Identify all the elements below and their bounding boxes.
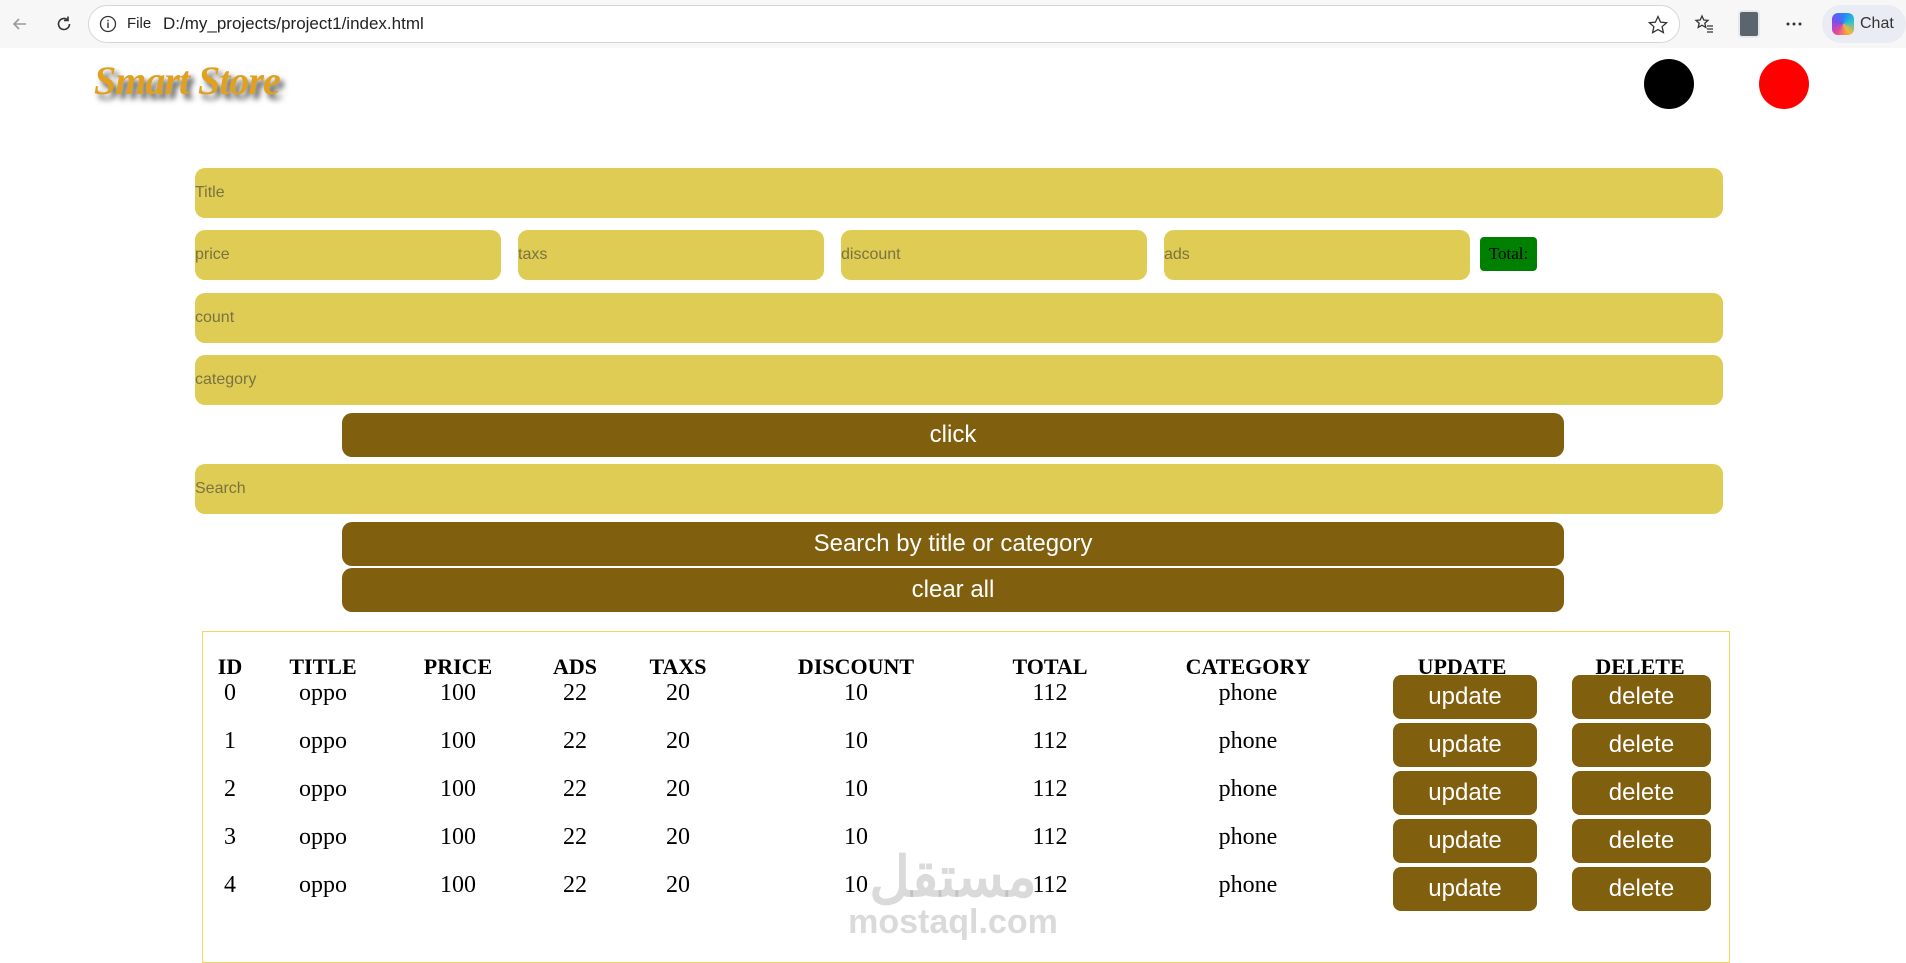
update-button[interactable]: update [1393, 819, 1537, 863]
url-text[interactable]: D:/my_projects/project1/index.html [163, 14, 424, 34]
cell-price: 100 [440, 872, 476, 898]
chat-button[interactable]: Chat [1822, 5, 1906, 43]
cell-title: oppo [299, 776, 347, 802]
cell-discount: 10 [844, 824, 868, 850]
cell-category: phone [1218, 776, 1278, 802]
url-scheme: File [127, 15, 152, 32]
submit-button[interactable]: click [342, 413, 1564, 457]
title-input[interactable] [195, 168, 1723, 218]
update-button[interactable]: update [1393, 867, 1537, 911]
address-bar[interactable]: File D:/my_projects/project1/index.html [88, 5, 1680, 43]
cell-price: 100 [440, 728, 476, 754]
cell-id: 0 [224, 680, 236, 706]
column-header-ads: ADS [552, 654, 598, 679]
search-by-title-or-category-button[interactable]: Search by title or category [342, 522, 1564, 566]
red-mode-toggle[interactable] [1759, 59, 1809, 109]
cell-category: phone [1218, 872, 1278, 898]
cell-discount: 10 [844, 872, 868, 898]
cell-ads: 22 [563, 824, 587, 850]
profile-icon[interactable] [1738, 10, 1760, 38]
delete-button[interactable]: delete [1572, 723, 1711, 767]
chat-label: Chat [1860, 15, 1894, 32]
delete-button[interactable]: delete [1572, 819, 1711, 863]
cell-ads: 22 [563, 728, 587, 754]
search-input[interactable] [195, 464, 1723, 514]
cell-price: 100 [440, 824, 476, 850]
cell-taxs: 20 [666, 776, 690, 802]
price-input[interactable] [195, 230, 501, 280]
total-badge: Total: [1480, 237, 1537, 271]
delete-button[interactable]: delete [1572, 867, 1711, 911]
cell-total: 112 [1032, 680, 1068, 706]
cell-total: 112 [1032, 824, 1068, 850]
cell-category: phone [1218, 680, 1278, 706]
cell-ads: 22 [563, 680, 587, 706]
copilot-icon [1832, 13, 1854, 35]
reload-icon[interactable] [50, 10, 78, 38]
cell-discount: 10 [844, 776, 868, 802]
cell-discount: 10 [844, 680, 868, 706]
discount-input[interactable] [841, 230, 1147, 280]
delete-button[interactable]: delete [1572, 675, 1711, 719]
cell-title: oppo [299, 872, 347, 898]
cell-id: 3 [224, 824, 236, 850]
column-header-taxs: TAXS [649, 654, 707, 679]
cell-category: phone [1218, 728, 1278, 754]
cell-price: 100 [440, 776, 476, 802]
column-header-id: ID [217, 654, 243, 679]
cell-title: oppo [299, 680, 347, 706]
update-button[interactable]: update [1393, 675, 1537, 719]
cell-category: phone [1218, 824, 1278, 850]
column-header-title: TITLE [289, 654, 357, 679]
clear-all-button[interactable]: clear all [342, 568, 1564, 612]
cell-taxs: 20 [666, 728, 690, 754]
update-button[interactable]: update [1393, 771, 1537, 815]
cell-id: 4 [224, 872, 236, 898]
cell-id: 2 [224, 776, 236, 802]
page-content: Smart Store Total: click Search by title… [0, 49, 1906, 963]
info-icon[interactable] [99, 15, 117, 38]
update-button[interactable]: update [1393, 723, 1537, 767]
favorites-icon[interactable] [1690, 10, 1718, 38]
dark-mode-toggle[interactable] [1644, 59, 1694, 109]
cell-id: 1 [224, 728, 236, 754]
browser-toolbar: File D:/my_projects/project1/index.html … [0, 0, 1906, 48]
back-arrow-icon[interactable] [6, 10, 34, 38]
column-header-price: PRICE [423, 654, 493, 679]
cell-title: oppo [299, 824, 347, 850]
cell-total: 112 [1032, 728, 1068, 754]
site-logo: Smart Store [94, 58, 281, 103]
star-icon[interactable] [1647, 14, 1669, 41]
cell-total: 112 [1032, 776, 1068, 802]
taxs-input[interactable] [518, 230, 824, 280]
cell-taxs: 20 [666, 680, 690, 706]
cell-ads: 22 [563, 872, 587, 898]
column-header-category: CATEGORY [1185, 654, 1311, 679]
column-header-discount: DISCOUNT [797, 654, 915, 679]
cell-price: 100 [440, 680, 476, 706]
count-input[interactable] [195, 293, 1723, 343]
cell-discount: 10 [844, 728, 868, 754]
products-table: ID TITLE PRICE ADS TAXS DISCOUNT TOTAL C… [202, 631, 1730, 963]
ads-input[interactable] [1164, 230, 1470, 280]
delete-button[interactable]: delete [1572, 771, 1711, 815]
cell-title: oppo [299, 728, 347, 754]
cell-taxs: 20 [666, 872, 690, 898]
cell-ads: 22 [563, 776, 587, 802]
cell-total: 112 [1032, 872, 1068, 898]
category-input[interactable] [195, 355, 1723, 405]
more-icon[interactable] [1780, 10, 1808, 38]
column-header-total: TOTAL [1012, 654, 1088, 679]
cell-taxs: 20 [666, 824, 690, 850]
